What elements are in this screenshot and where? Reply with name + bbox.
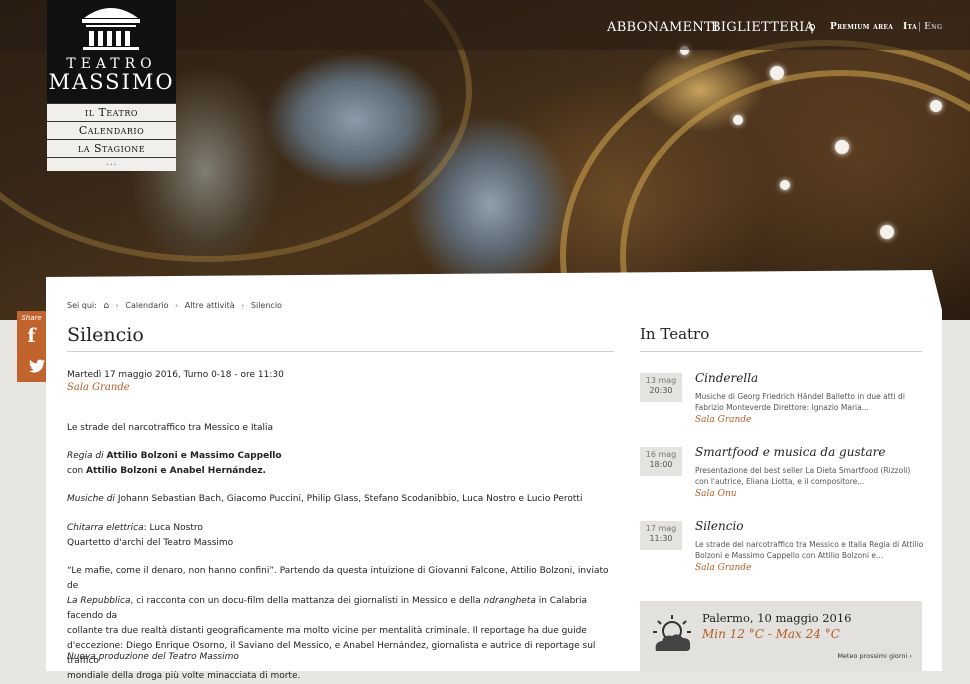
event-date-badge: 13 mag 20:30	[640, 373, 682, 402]
facebook-icon[interactable]: f	[862, 276, 870, 298]
description-italic: La Repubblica	[67, 596, 131, 606]
con-names: Attilio Bolzoni e Anabel Hernández.	[86, 466, 266, 476]
title-divider	[67, 351, 614, 352]
weather-forecast-link[interactable]: Meteo prossimi giorni ›	[837, 652, 912, 660]
production-text: Nuova produzione del Teatro Massimo	[67, 652, 239, 662]
weather-widget: Palermo, 10 maggio 2016 Min 12 °C - Max …	[640, 601, 922, 671]
chitarra-text: : Luca Nostro	[143, 523, 203, 533]
lang-separator: |	[918, 22, 922, 32]
lang-eng[interactable]: Eng	[924, 22, 942, 32]
description-line: , ci racconta con un docu-film della mat…	[130, 596, 484, 606]
lang-ita[interactable]: Ita	[903, 22, 917, 32]
event-time: 11:30	[649, 534, 673, 543]
nav-abbonamenti[interactable]: ABBONAMENTI	[607, 20, 718, 35]
event-credits-performers: Chitarra elettrica: Luca Nostro Quartett…	[67, 521, 617, 551]
google-plus-icon[interactable]: g+	[735, 276, 760, 295]
event-time: 18:00	[649, 460, 673, 469]
theatre-building-icon	[82, 8, 140, 50]
description-line: mondiale della droga più volte minacciat…	[67, 671, 301, 681]
logo-menu: il Teatro Calendario la Stagione ...	[47, 103, 176, 171]
regia-label: Regia di	[67, 451, 104, 461]
event-title-link[interactable]: Smartfood e musica da gustare	[695, 445, 885, 459]
breadcrumb-prefix: Sei qui:	[67, 301, 97, 310]
description-line: “Le mafie, come il denaro, non hanno con…	[67, 566, 609, 591]
event-day: 16 mag	[645, 450, 677, 459]
nav-biglietteria[interactable]: BIGLIETTERIA	[711, 20, 814, 35]
sidebar-divider	[640, 351, 922, 352]
logo-text-massimo: MASSIMO	[48, 70, 175, 94]
breadcrumb-separator: ›	[175, 301, 179, 310]
event-date: Martedì 17 maggio 2016, Turno 0-18 - ore…	[67, 370, 284, 380]
sidebar-event[interactable]: 13 mag 20:30 Cinderella Musiche di Georg …	[640, 371, 930, 431]
event-day: 17 mag	[645, 524, 677, 533]
chandelier-light	[880, 225, 894, 239]
search-icon[interactable]: ⚲	[808, 22, 816, 35]
event-description: Presentazione del best seller La Dieta S…	[695, 466, 911, 486]
breadcrumb-calendario[interactable]: Calendario	[125, 301, 168, 310]
event-time: 20:30	[649, 386, 673, 395]
instagram-icon[interactable]	[900, 279, 917, 296]
share-widget: Share f	[17, 311, 46, 382]
event-date-badge: 16 mag 18:00	[640, 447, 682, 476]
musiche-text: Johann Sebastian Bach, Giacomo Puccini, …	[117, 494, 583, 504]
nav-premium-area[interactable]: Premium area	[830, 22, 893, 32]
menu-more[interactable]: ...	[47, 157, 176, 171]
menu-item-calendario[interactable]: Calendario	[47, 121, 176, 139]
sidebar-title: In Teatro	[640, 325, 710, 343]
share-label: Share	[21, 314, 42, 322]
event-venue-link[interactable]: Sala Grande	[67, 382, 130, 393]
event-title-link[interactable]: Cinderella	[695, 371, 758, 385]
breadcrumb-separator: ›	[115, 301, 119, 310]
event-title-link[interactable]: Silencio	[695, 519, 744, 533]
breadcrumb: Sei qui: ⌂ › Calendario › Altre attività…	[67, 301, 286, 311]
menu-item-la-stagione[interactable]: la Stagione	[47, 139, 176, 157]
menu-item-il-teatro[interactable]: il Teatro	[47, 103, 176, 121]
event-description: Musiche di Georg Friedrich Händel Ballet…	[695, 392, 905, 412]
event-tagline: Le strade del narcotraffico tra Messico …	[67, 423, 274, 433]
regia-names: Attilio Bolzoni e Massimo Cappello	[106, 451, 282, 461]
chandelier-light	[835, 140, 849, 154]
twitter-icon[interactable]	[818, 280, 836, 295]
breadcrumb-altre-attivita[interactable]: Altre attività	[185, 301, 235, 310]
chitarra-label: Chitarra elettrica	[67, 523, 144, 533]
musiche-label: Musiche di	[67, 494, 115, 504]
event-venue-link[interactable]: Sala Onu	[695, 489, 737, 499]
youtube-icon[interactable]: You Tube	[778, 276, 799, 294]
sidebar-event[interactable]: 17 mag 11:30 Silencio Le strade del narco…	[640, 519, 930, 579]
partly-cloudy-icon	[653, 615, 691, 651]
social-bar: g+ You Tube f	[600, 262, 930, 310]
share-facebook-icon[interactable]: f	[17, 325, 46, 347]
event-date-badge: 17 mag 11:30	[640, 521, 682, 550]
event-description: “Le mafie, come il denaro, non hanno con…	[67, 564, 617, 684]
sidebar-event[interactable]: 16 mag 18:00 Smartfood e musica da gustar…	[640, 445, 930, 505]
breadcrumb-separator: ›	[241, 301, 245, 310]
event-production-note: Nuova produzione del Teatro Massimo	[67, 650, 617, 665]
breadcrumb-current: Silencio	[250, 301, 282, 310]
event-venue-link[interactable]: Sala Grande	[695, 415, 751, 425]
teatro-massimo-logo[interactable]: TEATRO MASSIMO	[47, 0, 176, 103]
description-italic: ndrangheta	[483, 596, 536, 606]
chandelier-light	[770, 66, 784, 80]
home-icon[interactable]: ⌂	[103, 301, 109, 311]
share-twitter-icon[interactable]	[23, 359, 52, 373]
page-title: Silencio	[67, 324, 144, 346]
event-credits-regia: Regia di Attilio Bolzoni e Massimo Cappe…	[67, 449, 617, 479]
event-venue-link[interactable]: Sala Grande	[695, 563, 751, 573]
weather-temperature: Min 12 °C - Max 24 °C	[702, 627, 840, 641]
chandelier-light	[780, 180, 790, 190]
chandelier-light	[733, 115, 743, 125]
event-credits-musiche: Musiche di Johann Sebastian Bach, Giacom…	[67, 492, 617, 507]
weather-city-date: Palermo, 10 maggio 2016	[702, 611, 852, 625]
con-label: con	[67, 466, 84, 476]
event-description: Le strade del narcotraffico tra Messico …	[695, 540, 924, 560]
description-line: collante tra due realtà distanti geograf…	[67, 626, 587, 636]
chandelier-light	[930, 100, 942, 112]
quartetto-text: Quartetto d'archi del Teatro Massimo	[67, 538, 234, 548]
event-day: 13 mag	[645, 376, 677, 385]
